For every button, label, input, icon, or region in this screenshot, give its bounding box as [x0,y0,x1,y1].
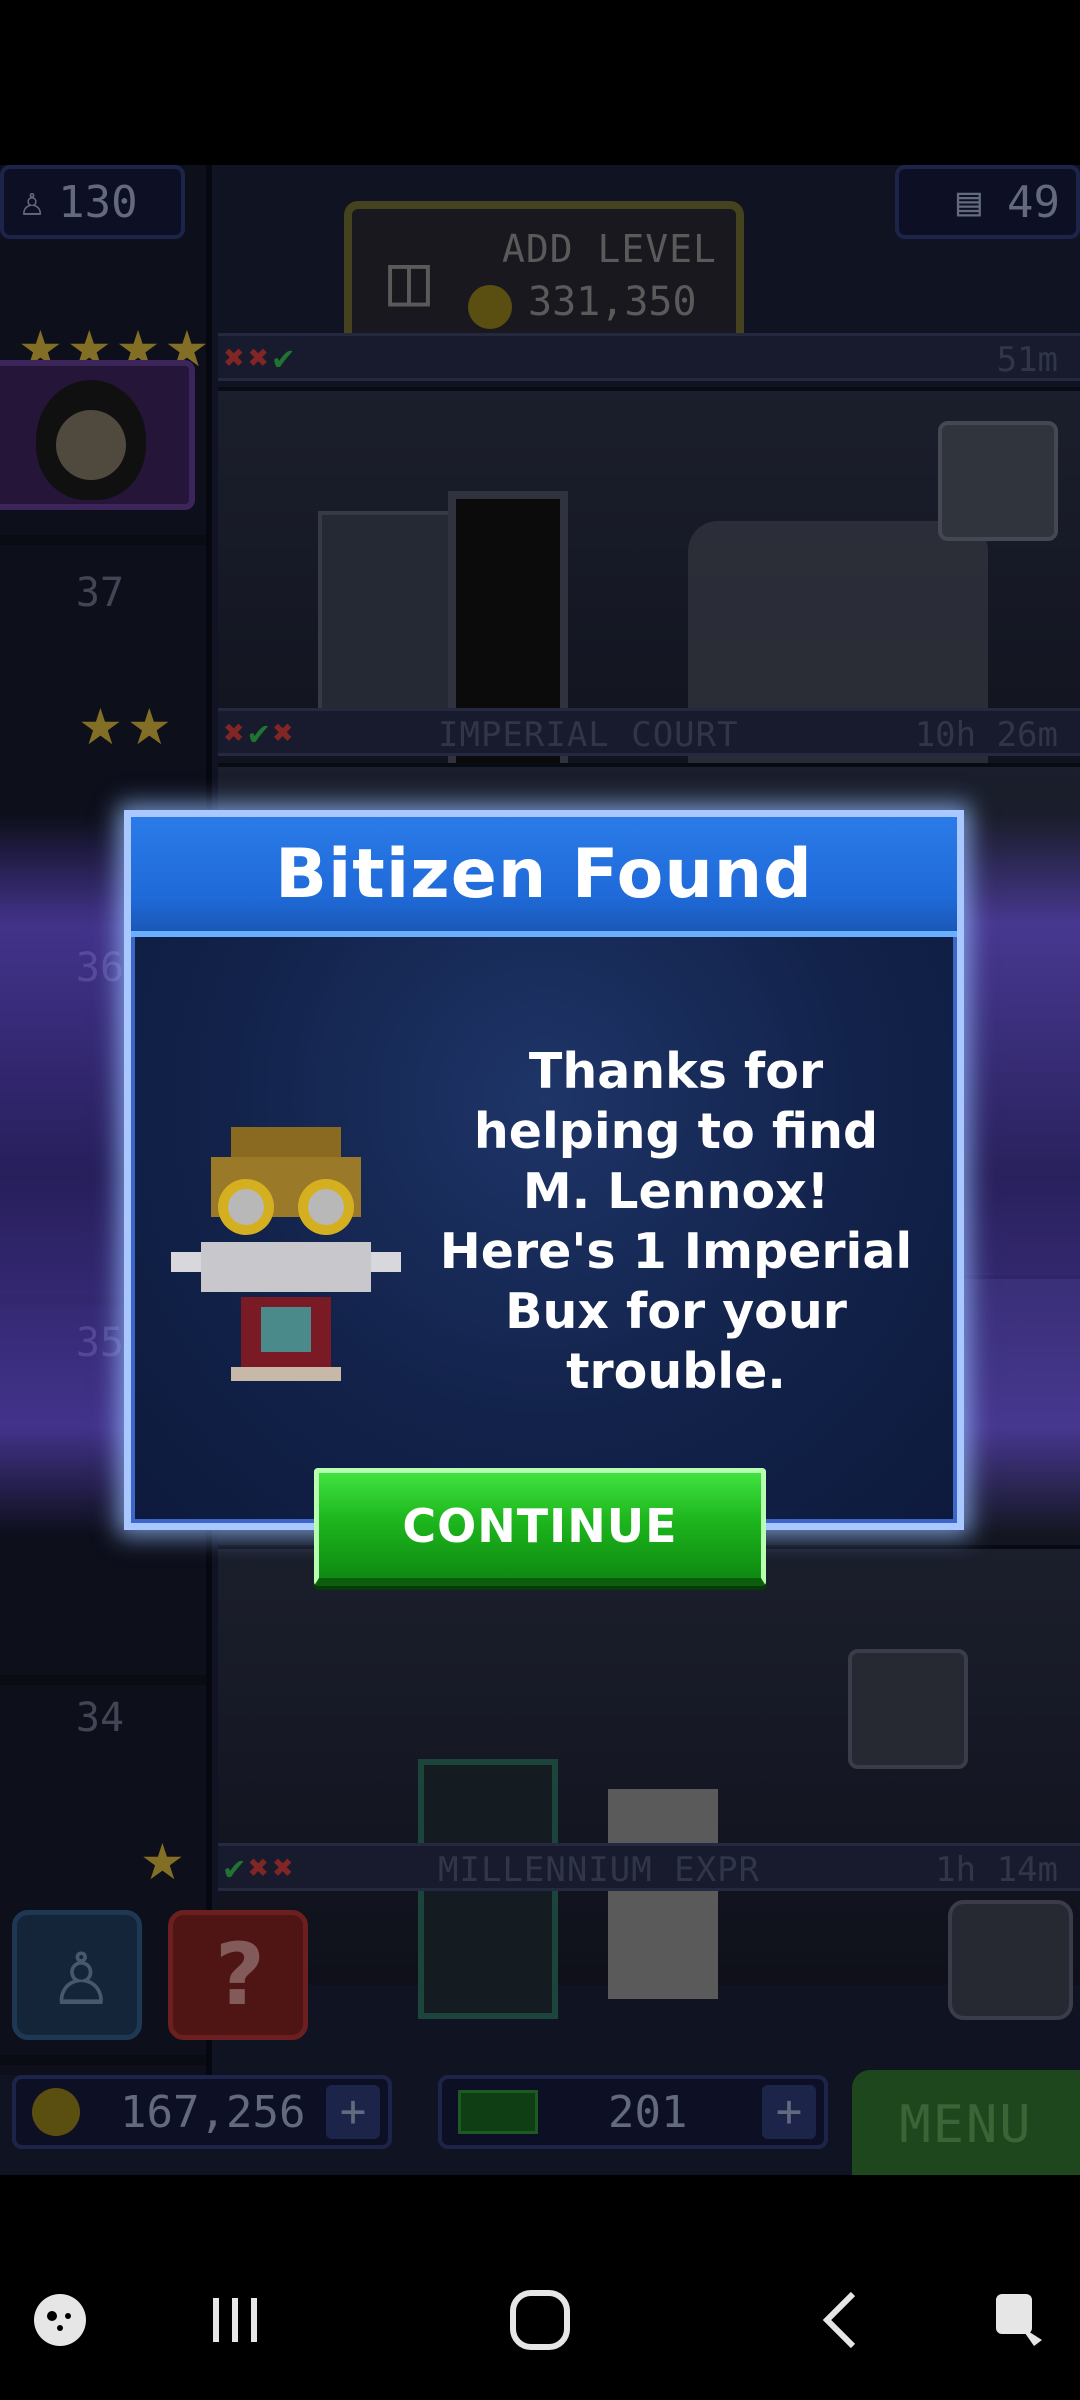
home-icon[interactable] [505,2280,575,2360]
back-icon[interactable] [815,2280,865,2360]
bitizen-sprite [171,1127,401,1381]
bitizen-found-dialog: Bitizen Found Thanks for helping to find… [124,810,964,1530]
recent-apps-icon[interactable] [205,2280,265,2360]
continue-label: CONTINUE [402,1498,678,1553]
dialog-title: Bitizen Found [275,834,813,914]
screenshot-icon[interactable] [990,2280,1050,2360]
dialog-message: Thanks for helping to find M. Lennox! He… [439,1043,913,1400]
continue-button[interactable]: CONTINUE [314,1468,766,1586]
system-navigation-bar [0,2240,1080,2400]
dialog-header: Bitizen Found [131,817,957,937]
game-launcher-icon[interactable] [30,2280,90,2360]
